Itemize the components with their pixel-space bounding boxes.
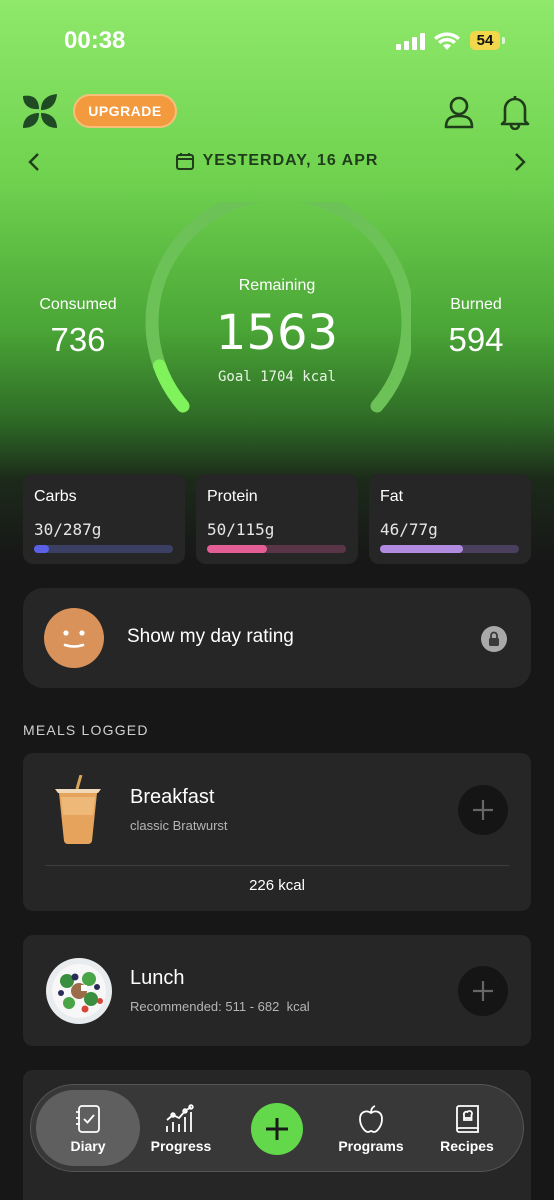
- macro-progress-track: [380, 545, 519, 553]
- day-rating-card[interactable]: Show my day rating: [23, 588, 531, 688]
- plus-icon: [473, 981, 493, 1001]
- nav-programs-label: Programs: [338, 1138, 404, 1154]
- bottom-navigation: Diary Progress Programs Recipes: [30, 1084, 524, 1172]
- macro-progress-track: [34, 545, 173, 553]
- add-breakfast-button[interactable]: [458, 785, 508, 835]
- macro-name: Protein: [207, 488, 258, 505]
- meal-name: Lunch: [130, 967, 185, 989]
- nav-programs[interactable]: Programs: [329, 1085, 413, 1173]
- burned-label: Burned: [450, 296, 502, 313]
- meal-name: Breakfast: [130, 786, 215, 808]
- burned-value: 594: [448, 321, 504, 358]
- nav-diary[interactable]: Diary: [36, 1085, 140, 1173]
- calendar-icon: [175, 153, 194, 170]
- nav-recipes-label: Recipes: [440, 1138, 494, 1154]
- macro-card-fat[interactable]: Fat 46/77g: [369, 474, 531, 564]
- divider: [45, 865, 509, 866]
- meal-subtitle: Recommended: 511 - 682 kcal: [130, 999, 310, 1014]
- nav-progress[interactable]: Progress: [141, 1085, 221, 1173]
- meal-card-breakfast[interactable]: Breakfast classic Bratwurst 226 kcal: [23, 753, 531, 911]
- macro-progress-fill: [380, 545, 464, 553]
- macro-value: 30/287g: [34, 520, 102, 539]
- add-entry-button[interactable]: [251, 1103, 303, 1155]
- iced-drink-icon: [51, 774, 105, 850]
- consumed-value: 736: [50, 321, 106, 358]
- diary-icon: [76, 1105, 100, 1133]
- macro-progress-fill: [207, 545, 268, 553]
- next-day-chevron-icon[interactable]: [512, 152, 528, 177]
- meal-kcal: 226 kcal: [249, 877, 305, 894]
- macro-progress-track: [207, 545, 346, 553]
- wifi-icon: [434, 31, 460, 56]
- remaining-value: 1563: [215, 305, 339, 361]
- macro-card-carbs[interactable]: Carbs 30/287g: [23, 474, 185, 564]
- macro-value: 46/77g: [380, 520, 438, 539]
- nav-progress-label: Progress: [150, 1138, 212, 1154]
- plus-icon: [473, 800, 493, 820]
- nav-recipes[interactable]: Recipes: [429, 1085, 505, 1173]
- profile-icon[interactable]: [443, 95, 475, 134]
- app-logo-icon: [22, 94, 58, 133]
- battery-indicator: 54: [470, 31, 505, 50]
- smiley-face-icon: [44, 608, 104, 668]
- bell-icon[interactable]: [499, 94, 531, 135]
- salad-bowl-icon: [45, 957, 113, 1030]
- macro-name: Fat: [380, 488, 404, 505]
- consumed-label: Consumed: [39, 296, 117, 313]
- date-label: YESTERDAY, 16 APR: [202, 152, 379, 169]
- apple-icon: [359, 1105, 383, 1133]
- macro-progress-fill: [34, 545, 49, 553]
- meals-logged-heading: MEALS LOGGED: [23, 722, 149, 738]
- nav-diary-label: Diary: [70, 1138, 106, 1154]
- date-selector[interactable]: YESTERDAY, 16 APR: [0, 148, 554, 174]
- remaining-label: Remaining: [238, 277, 316, 294]
- macro-card-protein[interactable]: Protein 50/115g: [196, 474, 358, 564]
- recipe-book-icon: [456, 1105, 479, 1133]
- progress-chart-icon: [166, 1104, 194, 1132]
- status-time: 00:38: [64, 27, 126, 54]
- meal-subtitle: classic Bratwurst: [130, 818, 228, 833]
- upgrade-button[interactable]: UPGRADE: [73, 94, 177, 128]
- lock-icon: [481, 626, 507, 652]
- macro-name: Carbs: [34, 488, 77, 505]
- meal-card-lunch[interactable]: Lunch Recommended: 511 - 682 kcal: [23, 935, 531, 1046]
- macro-value: 50/115g: [207, 520, 275, 539]
- add-lunch-button[interactable]: [458, 966, 508, 1016]
- day-rating-label: Show my day rating: [127, 626, 294, 647]
- plus-icon: [266, 1118, 288, 1140]
- signal-icon: [396, 33, 426, 55]
- goal-label: Goal 1704 kcal: [217, 369, 336, 385]
